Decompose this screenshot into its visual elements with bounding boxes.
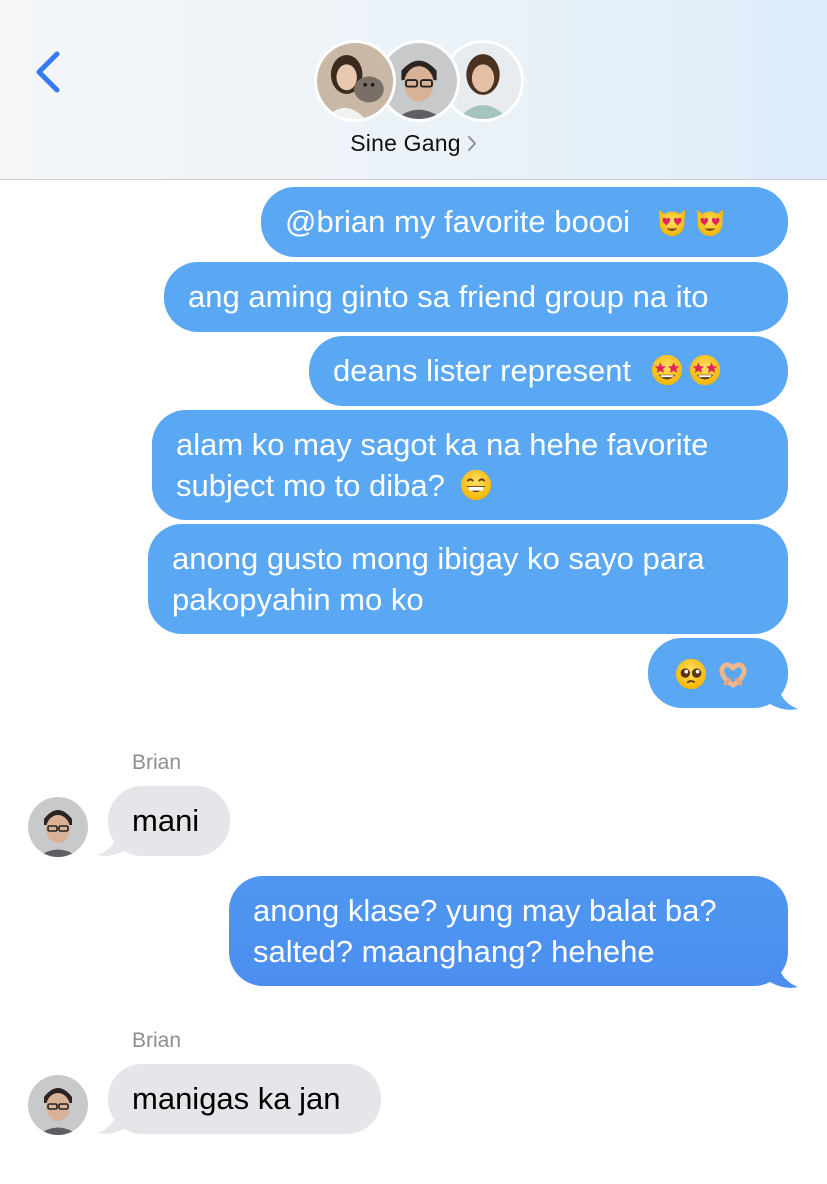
message-bubble[interactable]: anong klase? yung may balat ba? salted? … — [229, 876, 788, 986]
message-bubble[interactable]: manigas ka jan — [108, 1064, 381, 1134]
star-struck-emoji-icon — [688, 353, 722, 387]
group-avatars[interactable] — [314, 40, 524, 122]
message-bubble[interactable]: ang aming ginto sa friend group na ito — [164, 262, 788, 332]
avatar — [314, 40, 396, 122]
message-text-line: anong klase? yung may balat ba? — [253, 893, 717, 928]
group-name[interactable]: Sine Gang — [0, 130, 827, 158]
grinning-face-emoji-icon — [459, 468, 493, 502]
conversation-header: Sine Gang — [0, 0, 827, 180]
chevron-left-icon — [36, 51, 60, 93]
message-text-line: salted? maanghang? hehehe — [253, 934, 655, 969]
heart-eyes-cat-emoji-icon — [655, 204, 689, 238]
message-text-line: pakopyahin mo ko — [172, 582, 424, 617]
group-name-label: Sine Gang — [350, 130, 461, 156]
message-text: ang aming ginto sa friend group na ito — [188, 279, 709, 314]
bubble-tail — [770, 962, 798, 988]
star-struck-emoji-icon — [650, 353, 684, 387]
sender-name: Brian — [132, 751, 182, 774]
bubble-tail — [770, 684, 798, 710]
message-bubble[interactable] — [648, 638, 788, 708]
back-button[interactable] — [30, 48, 70, 98]
heart-hands-emoji-icon — [716, 657, 750, 691]
message-bubble[interactable]: mani — [108, 786, 230, 856]
message-bubble[interactable]: deans lister represent — [309, 336, 788, 406]
avatar[interactable] — [28, 797, 88, 857]
avatar[interactable] — [28, 1075, 88, 1135]
message-text: deans lister represent — [333, 353, 632, 388]
sender-name: Brian — [132, 1029, 182, 1052]
message-text-line: alam ko may sagot ka na hehe favorite — [176, 427, 709, 462]
message-bubble[interactable]: alam ko may sagot ka na hehe favorite su… — [152, 410, 788, 520]
chevron-right-icon — [467, 136, 476, 151]
message-text: @brian my favorite boooi — [285, 204, 631, 239]
message-bubble[interactable]: anong gusto mong ibigay ko sayo para pak… — [148, 524, 788, 634]
message-bubble[interactable]: @brian my favorite boooi — [261, 187, 788, 257]
heart-eyes-cat-emoji-icon — [693, 204, 727, 238]
message-text-line: anong gusto mong ibigay ko sayo para — [172, 541, 705, 576]
pleading-face-emoji-icon — [674, 657, 708, 691]
message-text-line: subject mo to diba? — [176, 468, 445, 503]
message-text: mani — [132, 803, 200, 838]
message-text: manigas ka jan — [132, 1081, 341, 1116]
